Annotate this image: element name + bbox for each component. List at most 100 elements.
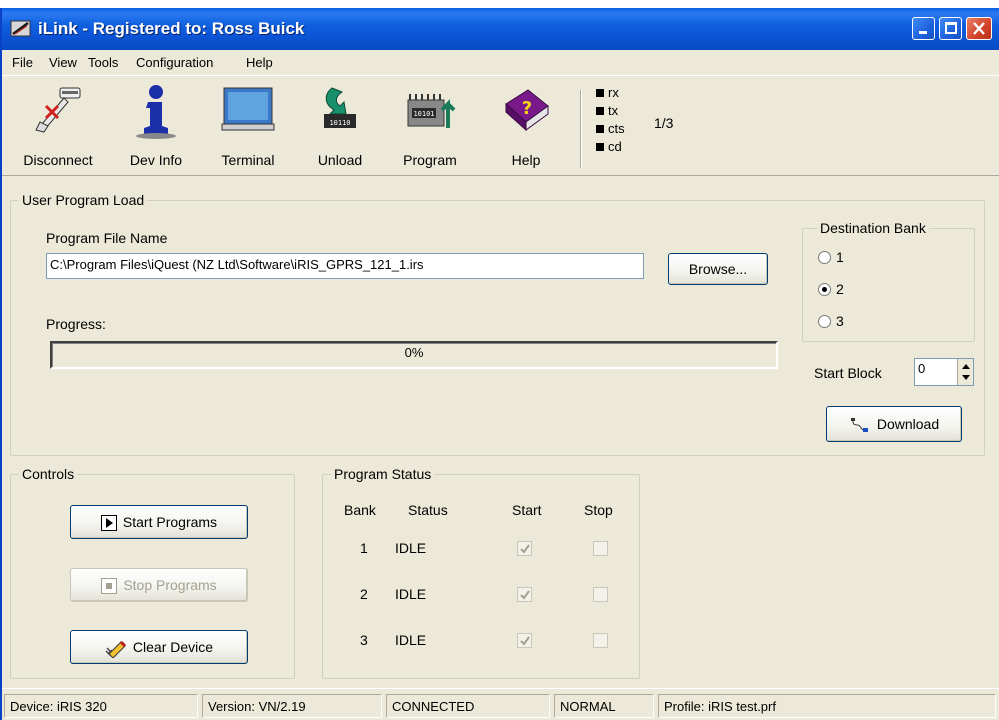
led-indicator — [596, 107, 604, 115]
toolbar: Disconnect Dev Info Terminal 10110 Unloa… — [2, 76, 999, 176]
menu-tools[interactable]: Tools — [88, 55, 118, 70]
browse-button[interactable]: Browse... — [668, 253, 768, 285]
menu-view[interactable]: View — [49, 55, 77, 70]
radio-circle — [818, 315, 831, 328]
devinfo-button[interactable]: Dev Info — [120, 76, 192, 176]
unload-label: Unload — [317, 152, 363, 168]
help-button[interactable]: ? Help — [496, 76, 556, 176]
bank-status: IDLE — [395, 632, 427, 648]
program-file-label: Program File Name — [46, 230, 168, 246]
menu-bar: File View Tools Configuration Help — [2, 50, 999, 76]
radio-circle — [818, 283, 831, 296]
progress-label: Progress: — [46, 316, 106, 332]
toolbar-separator — [580, 90, 582, 168]
eraser-icon — [105, 641, 126, 659]
unload-icon: 10110 — [324, 87, 356, 128]
stop-checkbox[interactable] — [593, 541, 608, 556]
download-icon — [850, 418, 868, 433]
stop-programs-button[interactable]: Stop Programs — [70, 568, 248, 602]
disconnect-button[interactable]: Disconnect — [12, 76, 104, 176]
led-tx: tx — [596, 104, 618, 118]
radio-label: 1 — [836, 249, 844, 265]
header-bank: Bank — [344, 502, 376, 518]
start-checkbox[interactable] — [517, 541, 532, 556]
bank-number: 1 — [360, 540, 368, 556]
start-block-value: 0 — [918, 361, 926, 376]
progress-bar: 0% — [50, 341, 778, 369]
download-button[interactable]: Download — [826, 406, 962, 442]
app-window: iLink - Registered to: Ross Buick File V… — [0, 8, 999, 720]
download-label: Download — [876, 416, 940, 432]
status-device: Device: iRIS 320 — [4, 694, 198, 718]
clear-device-button[interactable]: Clear Device — [70, 630, 248, 664]
start-programs-label: Start Programs — [122, 514, 218, 530]
stop-checkbox[interactable] — [593, 587, 608, 602]
maximize-button[interactable] — [939, 17, 962, 40]
disconnect-label: Disconnect — [23, 152, 93, 168]
group-legend: User Program Load — [19, 192, 148, 208]
progress-percent: 0% — [404, 345, 424, 360]
chip-program-icon: 10101 — [407, 94, 456, 128]
dest-bank-radio-1[interactable]: 1 — [818, 249, 844, 265]
close-button[interactable] — [966, 17, 992, 40]
window-title: iLink - Registered to: Ross Buick — [38, 19, 305, 38]
stop-icon — [101, 578, 118, 595]
group-legend: Controls — [19, 466, 78, 482]
led-cts: cts — [596, 122, 625, 136]
start-programs-button[interactable]: Start Programs — [70, 505, 248, 539]
svg-text:10101: 10101 — [413, 110, 434, 118]
led-label-cts: cts — [608, 121, 625, 136]
bank-number: 2 — [360, 586, 368, 602]
start-block-label: Start Block — [814, 365, 882, 381]
title-bar[interactable]: iLink - Registered to: Ross Buick — [2, 8, 999, 50]
spin-up-down-icon — [962, 364, 970, 380]
bank-counter: 1/3 — [654, 115, 674, 131]
stop-programs-label: Stop Programs — [123, 577, 217, 593]
dest-bank-radio-2[interactable]: 2 — [818, 281, 844, 297]
devinfo-label: Dev Info — [129, 152, 183, 168]
led-indicator — [596, 143, 604, 151]
spin-arrows[interactable] — [957, 359, 973, 385]
stop-checkbox[interactable] — [593, 633, 608, 648]
start-checkbox[interactable] — [517, 633, 532, 648]
svg-text:10110: 10110 — [329, 119, 350, 127]
header-stop: Stop — [584, 502, 613, 518]
program-label: Program — [403, 152, 457, 168]
monitor-icon — [221, 87, 275, 131]
radio-label: 2 — [836, 281, 844, 297]
led-indicator — [596, 125, 604, 133]
header-start: Start — [512, 502, 542, 518]
menu-file[interactable]: File — [12, 55, 33, 70]
terminal-button[interactable]: Terminal — [212, 76, 284, 176]
svg-text:?: ? — [522, 98, 532, 119]
unload-button[interactable]: 10110 Unload — [308, 76, 372, 176]
dest-bank-radio-3[interactable]: 3 — [818, 313, 844, 329]
clear-device-label: Clear Device — [132, 639, 214, 655]
close-icon — [973, 22, 985, 35]
disconnect-icon — [35, 87, 81, 133]
minimize-button[interactable] — [912, 17, 935, 40]
group-legend: Program Status — [331, 466, 435, 482]
terminal-label: Terminal — [221, 152, 275, 168]
bank-status: IDLE — [395, 586, 427, 602]
status-profile: Profile: iRIS test.prf — [658, 694, 996, 718]
led-cd: cd — [596, 140, 622, 154]
status-mode: NORMAL — [554, 694, 654, 718]
radio-label: 3 — [836, 313, 844, 329]
status-version: Version: VN/2.19 — [202, 694, 382, 718]
program-button[interactable]: 10101 Program — [394, 76, 466, 176]
bank-status: IDLE — [395, 540, 427, 556]
led-indicator — [596, 89, 604, 97]
start-block-spinner[interactable]: 0 — [914, 358, 974, 386]
menu-help[interactable]: Help — [246, 55, 273, 70]
start-checkbox[interactable] — [517, 587, 532, 602]
info-icon — [136, 85, 176, 139]
led-rx: rx — [596, 86, 619, 100]
led-label-cd: cd — [608, 139, 622, 154]
status-connection: CONNECTED — [386, 694, 550, 718]
header-status: Status — [408, 502, 448, 518]
program-file-input[interactable]: C:\Program Files\iQuest (NZ Ltd\Software… — [46, 253, 644, 279]
status-bar: Device: iRIS 320 Version: VN/2.19 CONNEC… — [2, 688, 999, 720]
menu-configuration[interactable]: Configuration — [136, 55, 213, 70]
app-icon — [10, 20, 31, 37]
